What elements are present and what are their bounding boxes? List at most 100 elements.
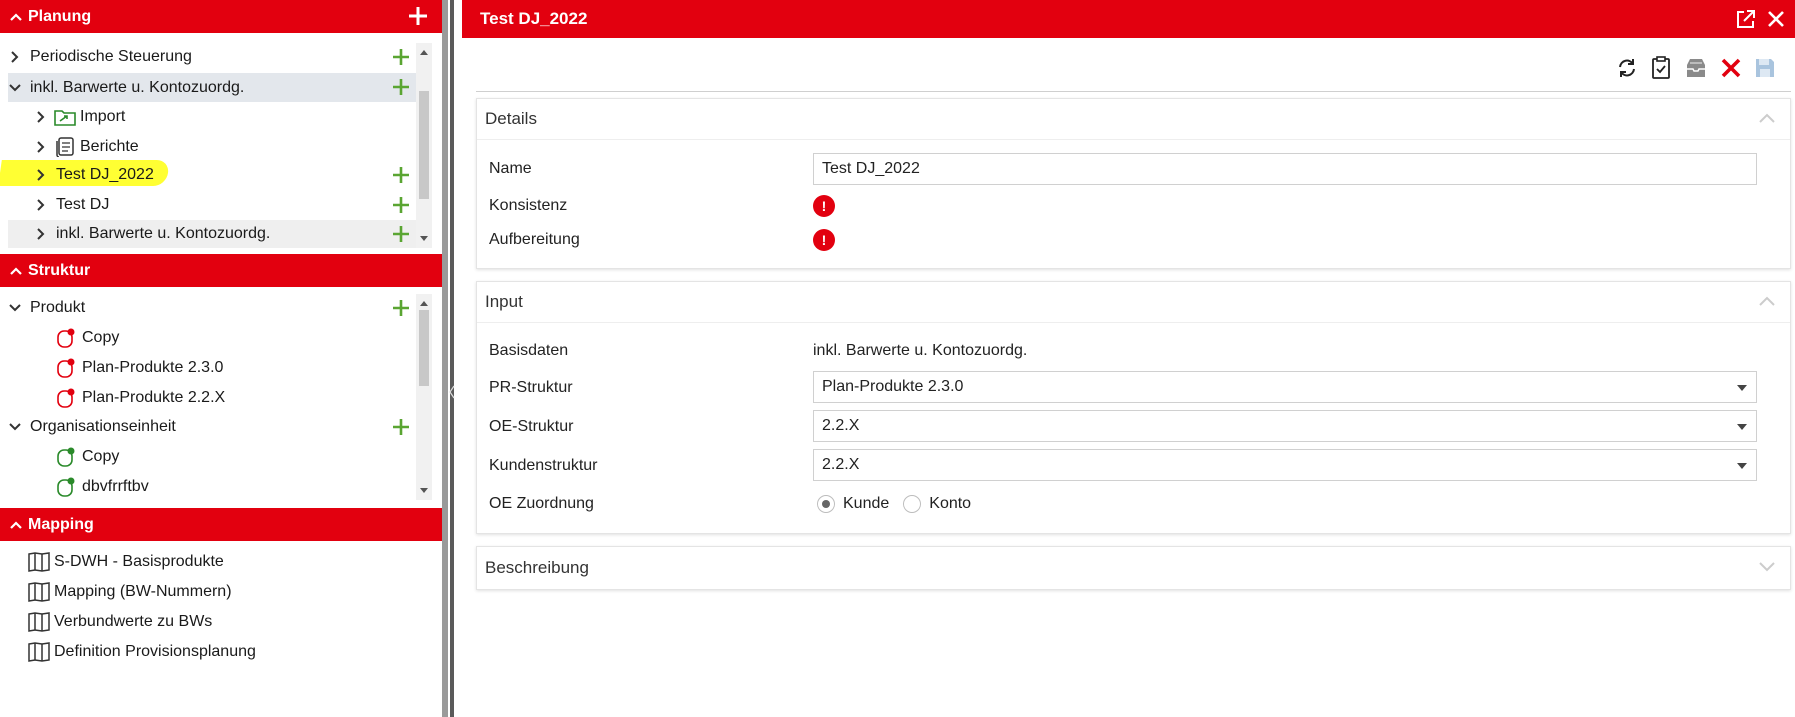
scroll-up-icon[interactable] xyxy=(419,299,429,307)
chevron-right-icon[interactable] xyxy=(34,227,48,241)
clipboard-check-icon[interactable] xyxy=(1648,55,1674,81)
chevron-right-icon[interactable] xyxy=(34,198,48,212)
chevron-up-icon[interactable] xyxy=(6,266,26,276)
tree-item-test-dj[interactable]: Test DJ xyxy=(34,191,109,219)
struktur-section-header[interactable]: Struktur xyxy=(0,254,442,287)
tree-item-oe-copy[interactable]: Copy xyxy=(56,443,119,471)
oe-zuordnung-radio-group: Kunde Konto xyxy=(817,489,985,519)
structure-node-icon xyxy=(56,358,76,378)
mapping-item-label: S-DWH - Basisprodukte xyxy=(54,553,224,570)
name-label: Name xyxy=(489,160,532,177)
chevron-up-icon[interactable] xyxy=(6,520,26,530)
map-icon xyxy=(28,612,50,632)
dropdown-caret-icon[interactable] xyxy=(1736,423,1748,431)
splitter-bar[interactable] xyxy=(442,0,448,717)
plus-icon[interactable] xyxy=(408,6,428,26)
save-icon[interactable] xyxy=(1752,55,1778,81)
plus-icon[interactable] xyxy=(392,196,410,214)
chevron-right-icon[interactable] xyxy=(34,110,48,124)
tree-item-inkl-barwerte-2[interactable]: inkl. Barwerte u. Kontozuordg. xyxy=(34,220,270,248)
planung-scrollbar[interactable] xyxy=(416,43,432,248)
radio-kunde[interactable]: Kunde xyxy=(817,495,889,513)
tree-item-periodische-steuerung[interactable]: Periodische Steuerung xyxy=(8,43,390,71)
chevron-down-icon[interactable] xyxy=(8,420,22,434)
chevron-down-icon[interactable] xyxy=(8,301,22,315)
mapping-item-bw-nummern[interactable]: Mapping (BW-Nummern) xyxy=(28,578,232,606)
beschreibung-card-header[interactable]: Beschreibung xyxy=(477,547,1790,588)
tree-item-label: inkl. Barwerte u. Kontozuordg. xyxy=(56,225,271,242)
tree-item-produkt[interactable]: Produkt xyxy=(8,294,85,322)
tree-item-label: inkl. Barwerte u. Kontozuordg. xyxy=(30,78,245,96)
tree-item-import[interactable]: Import xyxy=(34,103,125,131)
structure-node-icon xyxy=(56,447,76,467)
scroll-thumb[interactable] xyxy=(419,91,429,199)
name-input[interactable]: Test DJ_2022 xyxy=(813,153,1757,185)
plus-icon[interactable] xyxy=(392,225,410,243)
plus-icon[interactable] xyxy=(392,78,410,96)
scroll-down-icon[interactable] xyxy=(419,235,429,243)
tree-item-label: Import xyxy=(80,108,126,125)
tree-item-dbvfrrftbv[interactable]: dbvfrrftbv xyxy=(56,473,149,501)
chevron-right-icon[interactable] xyxy=(34,140,48,154)
chevron-up-icon[interactable] xyxy=(6,12,26,22)
basisdaten-label: Basisdaten xyxy=(489,342,569,359)
input-card-header[interactable]: Input xyxy=(477,282,1790,323)
plus-icon[interactable] xyxy=(392,48,410,66)
chevron-right-icon[interactable] xyxy=(8,50,22,64)
mapping-item-sdwh[interactable]: S-DWH - Basisprodukte xyxy=(28,548,224,576)
plus-icon[interactable] xyxy=(392,299,410,317)
tree-item-plan-produkte-230[interactable]: Plan-Produkte 2.3.0 xyxy=(56,354,223,382)
plus-icon[interactable] xyxy=(392,166,410,184)
chevron-up-icon[interactable] xyxy=(1758,111,1776,125)
mapping-item-verbundwerte[interactable]: Verbundwerte zu BWs xyxy=(28,608,212,636)
mapping-item-label: Mapping (BW-Nummern) xyxy=(54,583,232,600)
dropdown-caret-icon[interactable] xyxy=(1736,462,1748,470)
radio-konto[interactable]: Konto xyxy=(903,495,971,513)
scroll-up-icon[interactable] xyxy=(419,48,429,56)
mapping-item-provisionsplanung[interactable]: Definition Provisionsplanung xyxy=(28,638,256,666)
oe-struktur-select[interactable]: 2.2.X xyxy=(813,410,1757,442)
map-icon xyxy=(28,552,50,572)
chevron-up-icon[interactable] xyxy=(1758,294,1776,308)
radio-button-selected[interactable] xyxy=(817,495,835,513)
archive-icon[interactable] xyxy=(1683,55,1709,81)
mapping-item-label: Verbundwerte zu BWs xyxy=(54,613,213,630)
close-icon[interactable] xyxy=(1765,8,1787,30)
chevron-down-icon[interactable] xyxy=(8,81,22,95)
details-card-header[interactable]: Details xyxy=(477,99,1790,140)
chevron-right-icon[interactable] xyxy=(34,168,48,182)
panel-splitter[interactable] xyxy=(442,0,462,717)
konsistenz-label: Konsistenz xyxy=(489,197,568,214)
chevron-down-icon[interactable] xyxy=(1758,559,1776,573)
dropdown-caret-icon[interactable] xyxy=(1736,384,1748,392)
tree-item-berichte[interactable]: Berichte xyxy=(34,133,139,161)
kundenstruktur-label: Kundenstruktur xyxy=(489,457,598,474)
tree-item-inkl-barwerte[interactable]: inkl. Barwerte u. Kontozuordg. xyxy=(8,73,390,102)
tree-item-plan-produkte-22x[interactable]: Plan-Produkte 2.2.X xyxy=(56,384,225,412)
tree-item-produkt-copy[interactable]: Copy xyxy=(56,324,119,352)
structure-node-icon xyxy=(56,328,76,348)
planung-section-header[interactable]: Planung xyxy=(0,0,442,33)
aufbereitung-status: ! xyxy=(813,225,835,255)
refresh-icon[interactable] xyxy=(1614,55,1640,81)
tree-item-label: Test DJ xyxy=(56,196,110,213)
open-external-icon[interactable] xyxy=(1735,8,1757,30)
tree-item-organisationseinheit[interactable]: Organisationseinheit xyxy=(8,413,176,441)
splitter-grip-icon[interactable] xyxy=(449,384,455,400)
oe-struktur-value: 2.2.X xyxy=(822,417,860,434)
scroll-down-icon[interactable] xyxy=(419,487,429,495)
pr-struktur-select[interactable]: Plan-Produkte 2.3.0 xyxy=(813,371,1757,403)
tree-item-label: Produkt xyxy=(30,299,86,316)
konsistenz-status: ! xyxy=(813,191,835,221)
kundenstruktur-select[interactable]: 2.2.X xyxy=(813,449,1757,481)
splitter-bar[interactable] xyxy=(450,0,454,717)
scroll-thumb[interactable] xyxy=(419,310,429,386)
pr-struktur-value: Plan-Produkte 2.3.0 xyxy=(822,378,964,395)
mapping-section-header[interactable]: Mapping xyxy=(0,508,442,541)
radio-button[interactable] xyxy=(903,495,922,513)
tree-item-test-dj-2022[interactable]: Test DJ_2022 xyxy=(34,161,154,189)
plus-icon[interactable] xyxy=(392,418,410,436)
struktur-scrollbar[interactable] xyxy=(416,294,432,500)
delete-icon[interactable] xyxy=(1718,55,1744,81)
planung-section-title: Planung xyxy=(28,7,92,25)
